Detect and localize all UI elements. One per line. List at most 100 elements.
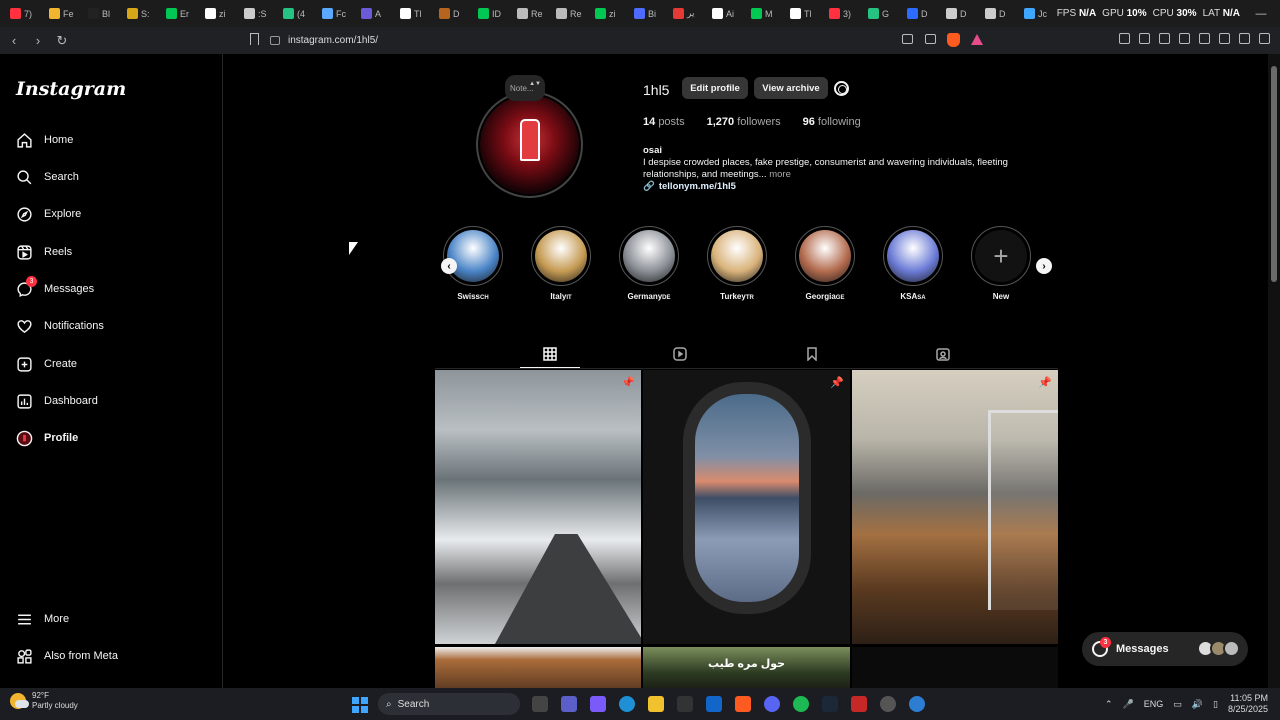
- windows-start-icon[interactable]: [352, 697, 368, 713]
- brave-rewards-icon[interactable]: [971, 34, 983, 45]
- forward-icon[interactable]: ›: [28, 33, 48, 48]
- minimize-icon[interactable]: —: [1256, 8, 1267, 20]
- bio-more-link[interactable]: more: [769, 169, 791, 180]
- weather-widget[interactable]: 92°F Partly cloudy: [10, 691, 78, 711]
- post-snowy-road[interactable]: 📌: [435, 370, 641, 644]
- messages-pill[interactable]: 3 Messages: [1082, 632, 1248, 666]
- sidebar-toggle-icon[interactable]: [1179, 33, 1190, 44]
- leo-icon[interactable]: [1219, 33, 1230, 44]
- browser-tab[interactable]: S:: [123, 3, 162, 25]
- task-view-icon[interactable]: [532, 696, 548, 712]
- copilot-icon[interactable]: [590, 696, 606, 712]
- screenshot-icon[interactable]: [1139, 33, 1150, 44]
- sidebar-item-more[interactable]: More: [16, 609, 69, 629]
- browser-tab[interactable]: 7): [6, 3, 45, 25]
- clock[interactable]: 11:05 PM 8/25/2025: [1228, 693, 1268, 715]
- tab-tagged[interactable]: [933, 344, 953, 364]
- app-icon[interactable]: [851, 696, 867, 712]
- sidebar-item-search[interactable]: Search: [16, 167, 79, 187]
- settings-gear-icon[interactable]: [834, 81, 849, 96]
- following-link[interactable]: 96 following: [803, 116, 861, 128]
- browser-tab[interactable]: Ai: [708, 3, 747, 25]
- browser-tab[interactable]: M: [747, 3, 786, 25]
- sidebar-item-profile[interactable]: Profile: [16, 428, 78, 448]
- reload-icon[interactable]: ↻: [52, 33, 72, 49]
- network-icon[interactable]: ▭: [1173, 699, 1182, 710]
- browser-tab[interactable]: Er: [162, 3, 201, 25]
- teams-icon[interactable]: [561, 696, 577, 712]
- chevron-up-icon[interactable]: ⌃: [1105, 699, 1113, 710]
- sidebar-item-reels[interactable]: Reels: [16, 242, 72, 262]
- screen-cast-icon[interactable]: [902, 34, 913, 44]
- sidebar-item-also-from-meta[interactable]: Also from Meta: [16, 646, 118, 666]
- browser-tab[interactable]: Tl: [786, 3, 825, 25]
- profile-avatar-ring[interactable]: [476, 91, 583, 198]
- browser-tab[interactable]: D: [981, 3, 1020, 25]
- sidebar-item-dashboard[interactable]: Dashboard: [16, 391, 98, 411]
- post-palm-caption[interactable]: حول مره طيب: [643, 647, 850, 688]
- browser-tab[interactable]: (4: [279, 3, 318, 25]
- app-icon[interactable]: [880, 696, 896, 712]
- browser-tab[interactable]: Re: [513, 3, 552, 25]
- volume-icon[interactable]: 🔊: [1192, 699, 1203, 710]
- brave-shield-icon[interactable]: [947, 33, 960, 47]
- browser-tab[interactable]: D: [903, 3, 942, 25]
- site-info-icon[interactable]: [270, 36, 280, 45]
- microphone-icon[interactable]: 🎤: [1123, 699, 1134, 710]
- spotify-icon[interactable]: [793, 696, 809, 712]
- battery-icon[interactable]: ▯: [1213, 699, 1218, 710]
- steam-icon[interactable]: [822, 696, 838, 712]
- wallet-icon[interactable]: [1199, 33, 1210, 44]
- language-indicator[interactable]: ENG: [1144, 699, 1164, 709]
- browser-tab[interactable]: :S: [240, 3, 279, 25]
- browser-tab[interactable]: Tl: [396, 3, 435, 25]
- sidebar-item-notifications[interactable]: Notifications: [16, 316, 104, 336]
- highlight-germany[interactable]: GermanyDE: [612, 226, 686, 301]
- outlook-icon[interactable]: [706, 696, 722, 712]
- bio-link[interactable]: 🔗 tellonym.me/1hl5: [643, 181, 1063, 193]
- highlights-prev-icon[interactable]: ‹: [441, 258, 457, 274]
- browser-tab[interactable]: Fe: [45, 3, 84, 25]
- post-wooden-house[interactable]: [435, 647, 641, 688]
- post-dark[interactable]: [852, 647, 1058, 688]
- back-icon[interactable]: ‹: [4, 33, 24, 48]
- brave-taskbar-icon[interactable]: [735, 696, 751, 712]
- sidebar-item-home[interactable]: Home: [16, 130, 73, 150]
- sidebar-item-explore[interactable]: Explore: [16, 204, 81, 224]
- scrollbar-thumb[interactable]: [1271, 66, 1277, 282]
- browser-tab[interactable]: Bl: [84, 3, 123, 25]
- highlight-italy[interactable]: ItalyIT: [524, 226, 598, 301]
- highlight-turkey[interactable]: TurkeyTR: [700, 226, 774, 301]
- browser-tab[interactable]: G: [864, 3, 903, 25]
- taskbar-search[interactable]: ⌕ Search: [378, 693, 520, 715]
- extensions-icon[interactable]: [1119, 33, 1130, 44]
- browser-tab[interactable]: Bi: [630, 3, 669, 25]
- bookmark-icon[interactable]: [250, 33, 259, 45]
- followers-link[interactable]: 1,270 followers: [707, 116, 781, 128]
- share-icon[interactable]: [925, 34, 936, 44]
- post-plane-window[interactable]: 📌: [643, 370, 850, 644]
- app-icon[interactable]: [909, 696, 925, 712]
- profile-avatar[interactable]: [480, 95, 579, 194]
- discord-icon[interactable]: [764, 696, 780, 712]
- url-field[interactable]: instagram.com/1hl5/: [270, 32, 990, 49]
- edge-icon[interactable]: [619, 696, 635, 712]
- note-bubble[interactable]: Note... ▲▼: [505, 75, 545, 101]
- edit-profile-button[interactable]: Edit profile: [682, 77, 748, 99]
- instagram-logo[interactable]: Instagram: [16, 78, 126, 100]
- store-icon[interactable]: [677, 696, 693, 712]
- vpn-icon[interactable]: [1239, 33, 1250, 44]
- browser-tab[interactable]: 3): [825, 3, 864, 25]
- highlight-georgia[interactable]: GeorgiaGE: [788, 226, 862, 301]
- tab-saved[interactable]: [802, 344, 822, 364]
- browser-tab[interactable]: Fc: [318, 3, 357, 25]
- post-mountain-balcony[interactable]: 📌: [852, 370, 1058, 644]
- media-icon[interactable]: [1159, 33, 1170, 44]
- browser-tab[interactable]: Re: [552, 3, 591, 25]
- tab-reels[interactable]: [670, 344, 690, 364]
- file-explorer-icon[interactable]: [648, 696, 664, 712]
- browser-tab[interactable]: zi: [201, 3, 240, 25]
- browser-tab[interactable]: zi: [591, 3, 630, 25]
- highlight-ksa[interactable]: KSASA: [876, 226, 950, 301]
- tab-posts[interactable]: [520, 344, 580, 368]
